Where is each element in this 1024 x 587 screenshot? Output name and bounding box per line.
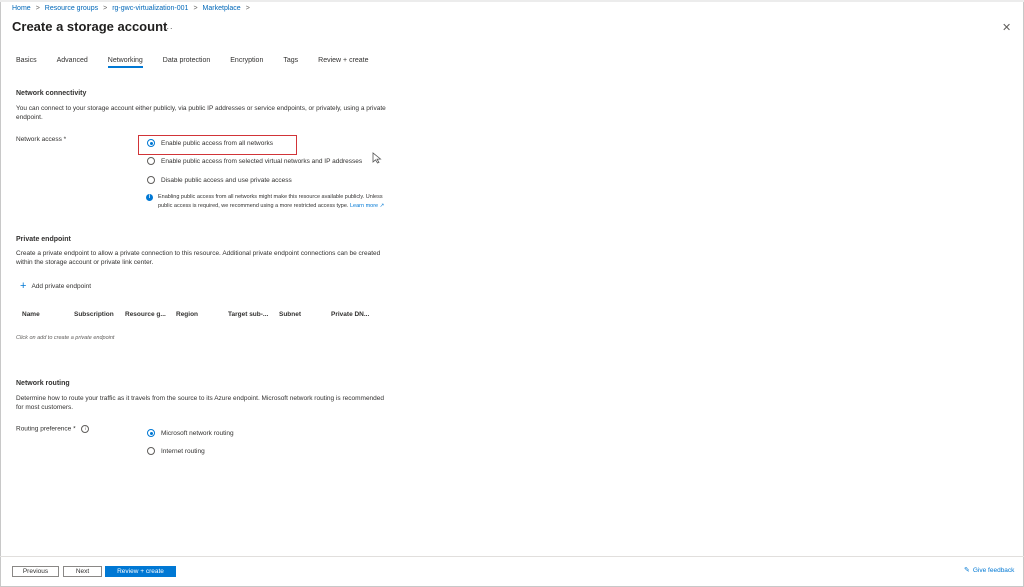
chevron-right-icon: > [193, 5, 198, 12]
routing-preference-label: Routing preference * [16, 425, 76, 433]
mouse-cursor-icon [372, 152, 382, 164]
tab-networking[interactable]: Networking [107, 57, 143, 68]
column-header-subscription[interactable]: Subscription [74, 311, 114, 318]
window-frame [0, 0, 1024, 587]
feedback-icon: ✎ [964, 567, 970, 574]
radio-unselected-icon [147, 176, 155, 184]
give-feedback-label: Give feedback [972, 566, 1015, 574]
radio-unselected-icon [147, 157, 155, 165]
info-icon[interactable]: i [81, 425, 90, 433]
network-connectivity-description: You can connect to your storage account … [16, 105, 386, 121]
info-icon: i [146, 194, 153, 201]
top-border [0, 0, 1024, 2]
info-text: Enabling public access from all networks… [158, 194, 383, 209]
network-connectivity-heading: Network connectivity [16, 90, 87, 97]
radio-public-selected-networks[interactable]: Enable public access from selected virtu… [147, 157, 362, 165]
tab-basics[interactable]: Basics [16, 57, 37, 64]
private-endpoint-description: Create a private endpoint to allow a pri… [16, 250, 381, 266]
radio-label: Microsoft network routing [161, 429, 234, 437]
footer-divider [0, 556, 1024, 557]
radio-disable-public-access[interactable]: Disable public access and use private ac… [147, 176, 292, 184]
radio-label: Internet routing [161, 447, 205, 455]
tab-review-create[interactable]: Review + create [318, 57, 368, 64]
chevron-right-icon: > [245, 5, 250, 12]
breadcrumb-resource-groups[interactable]: Resource groups [45, 5, 98, 12]
breadcrumb-home[interactable]: Home [12, 5, 31, 12]
routing-preference-label-row: Routing preference * i [16, 425, 90, 433]
tab-encryption[interactable]: Encryption [230, 57, 263, 64]
chevron-right-icon: > [35, 5, 40, 12]
radio-label: Disable public access and use private ac… [161, 176, 292, 184]
more-options-icon[interactable]: ... [163, 21, 174, 31]
add-private-endpoint-button[interactable]: + Add private endpoint [20, 280, 92, 292]
close-icon[interactable]: ✕ [1002, 21, 1011, 34]
breadcrumb-marketplace[interactable]: Marketplace [203, 5, 241, 12]
tab-data-protection[interactable]: Data protection [163, 57, 210, 64]
tab-advanced[interactable]: Advanced [57, 57, 88, 64]
network-routing-heading: Network routing [16, 380, 70, 387]
plus-icon: + [20, 280, 27, 292]
radio-selected-icon [147, 429, 155, 437]
chevron-right-icon: > [103, 5, 108, 12]
network-access-label: Network access * [16, 136, 67, 143]
breadcrumb: Home > Resource groups > rg-gwc-virtuali… [12, 5, 250, 12]
column-header-resource-group[interactable]: Resource g... [125, 311, 166, 318]
radio-internet-routing[interactable]: Internet routing [147, 447, 205, 455]
info-message: i Enabling public access from all networ… [146, 193, 391, 211]
radio-microsoft-routing[interactable]: Microsoft network routing [147, 429, 234, 437]
page-title: Create a storage account [12, 19, 168, 34]
give-feedback-link[interactable]: ✎ Give feedback [964, 566, 1015, 575]
tab-tags[interactable]: Tags [283, 57, 298, 64]
column-header-subnet[interactable]: Subnet [279, 311, 301, 318]
column-header-region[interactable]: Region [176, 311, 198, 318]
add-private-endpoint-label: Add private endpoint [31, 282, 92, 290]
radio-unselected-icon [147, 447, 155, 455]
column-header-name[interactable]: Name [22, 311, 40, 318]
previous-button[interactable]: Previous [12, 566, 59, 577]
tab-bar: Basics Advanced Networking Data protecti… [16, 57, 369, 68]
review-create-button[interactable]: Review + create [105, 566, 176, 577]
column-header-private-dns[interactable]: Private DN... [331, 311, 369, 318]
radio-public-all-networks[interactable]: Enable public access from all networks [147, 139, 273, 147]
learn-more-link[interactable]: Learn more ↗ [350, 203, 384, 209]
network-routing-description: Determine how to route your traffic as i… [16, 395, 385, 411]
private-endpoint-heading: Private endpoint [16, 236, 71, 243]
breadcrumb-resource-group[interactable]: rg-gwc-virtualization-001 [112, 5, 188, 12]
radio-label: Enable public access from selected virtu… [161, 157, 363, 165]
empty-table-message: Click on add to create a private endpoin… [16, 335, 115, 341]
next-button[interactable]: Next [63, 566, 102, 577]
radio-label: Enable public access from all networks [161, 139, 273, 147]
radio-selected-icon [147, 139, 155, 147]
column-header-target-subresource[interactable]: Target sub-... [228, 311, 268, 318]
